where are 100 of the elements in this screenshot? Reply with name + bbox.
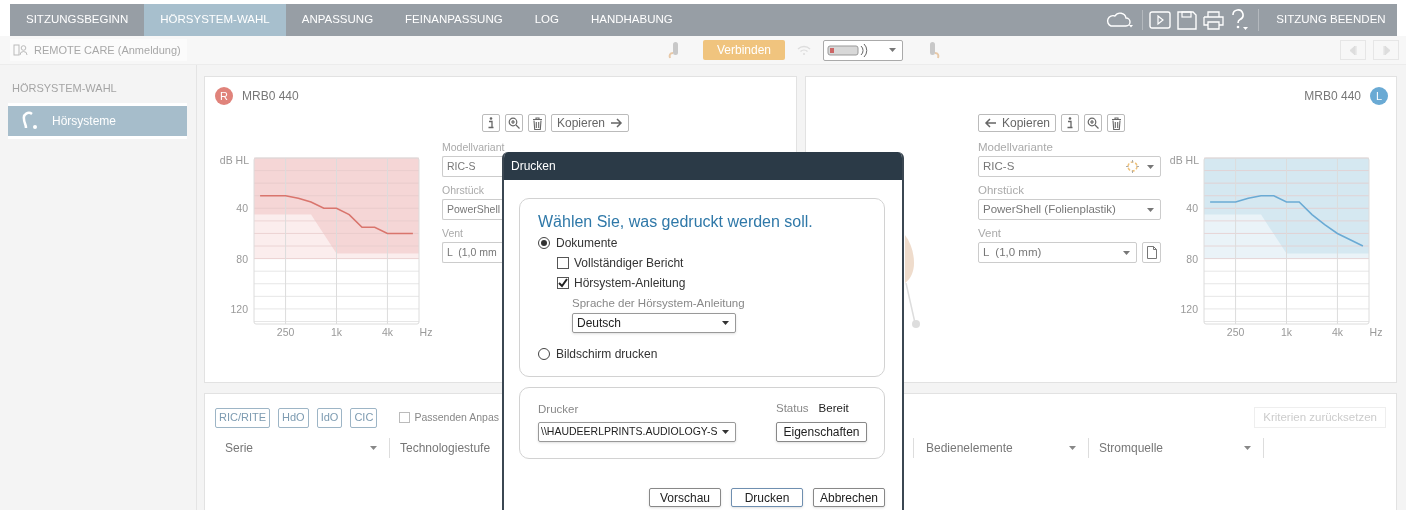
info-button[interactable] — [482, 114, 500, 132]
field-label: Drucker — [538, 402, 580, 416]
zoom-button[interactable] — [505, 114, 523, 132]
copy-button[interactable]: Kopieren — [978, 114, 1057, 132]
caret-icon — [1147, 207, 1154, 212]
axis-title: dB HL — [1169, 154, 1199, 166]
type-filter-button[interactable]: RIC/RITE — [215, 407, 271, 428]
tick-label: 250 — [276, 326, 295, 338]
printer-dropdown[interactable]: \\HAUDEERLPRINTS.AUDIOLOGY-S — [538, 422, 736, 442]
nav-tab[interactable]: SITZUNGSBEGINN — [10, 4, 145, 36]
info-icon — [1065, 117, 1076, 129]
type-filter-button[interactable]: HdO — [278, 407, 309, 428]
tick-label: 1k — [330, 326, 343, 338]
dialog-title: Drucken — [511, 158, 556, 175]
dialog-heading: Wählen Sie, was gedruckt werden soll. — [538, 212, 814, 232]
model-name: MRB0 440 — [1304, 88, 1361, 105]
tick-label: 4k — [1331, 326, 1343, 338]
column-filter-label: Bedienelemente — [926, 440, 1013, 457]
field-label: Ohrstück — [442, 183, 485, 197]
type-filter-button[interactable]: IdO — [316, 407, 343, 428]
column-filter-label: Stromquelle — [1099, 440, 1164, 457]
zoom-icon — [508, 117, 520, 129]
status-value: Bereit — [818, 401, 849, 417]
delete-button[interactable] — [528, 114, 546, 132]
connect-button[interactable]: Verbinden — [703, 40, 785, 60]
dialog-button[interactable]: Drucken — [731, 488, 803, 507]
tick-label: 120 — [230, 302, 248, 315]
tick-label: 250 — [1226, 326, 1245, 338]
caret-icon — [722, 430, 729, 434]
type-filter-button[interactable]: CIC — [350, 407, 378, 428]
tick-label: 1k — [1280, 326, 1293, 338]
dropdown[interactable]: PowerShell (Folienplastik) — [978, 199, 1161, 220]
model-name: MRB0 440 — [242, 88, 299, 105]
delete-button[interactable] — [1107, 114, 1126, 132]
skip-forward-icon — [1381, 45, 1391, 55]
language-dropdown[interactable]: Deutsch — [572, 313, 736, 333]
checkbox-label: Vollständiger Bericht — [574, 255, 684, 272]
hearing-aid-icon — [928, 41, 940, 59]
status-label: Status — [776, 401, 809, 417]
trash-icon — [531, 116, 543, 130]
dialog-button[interactable]: Abbrechen — [813, 488, 885, 507]
tick-label: 120 — [1180, 302, 1198, 315]
caret-icon — [722, 321, 729, 325]
checkbox[interactable] — [557, 257, 569, 269]
nav-tab[interactable]: FEINANPASSUNG — [389, 4, 519, 36]
field-label: Modellvariant — [442, 140, 503, 154]
hearing-aid-icon — [22, 110, 40, 131]
dialog-button[interactable]: Vorschau — [649, 488, 721, 507]
column-filter-label: Serie — [225, 440, 253, 457]
checkbox-label: Passenden Anpas — [414, 409, 500, 425]
skip-back-icon — [1348, 45, 1358, 55]
nav-tab[interactable]: ANPASSUNG — [285, 4, 390, 36]
field-label: Modellvariante — [978, 140, 1054, 154]
tick-label: 40 — [1186, 202, 1198, 215]
end-session-button[interactable]: SITZUNG BEENDEN — [1265, 4, 1397, 36]
tick-label: 40 — [236, 202, 248, 215]
help-icon[interactable] — [1230, 9, 1249, 31]
ear-side-badge: L — [1370, 87, 1388, 105]
remote-care-button[interactable]: REMOTE CARE (Anmeldung) — [10, 39, 187, 61]
dropdown[interactable]: RIC-S — [978, 156, 1161, 177]
caret-icon — [889, 48, 896, 52]
trash-icon — [1110, 116, 1122, 130]
column-filter-label: Technologiestufe — [400, 440, 491, 457]
field-label: Vent — [978, 226, 1003, 240]
radio-label: Bildschirm drucken — [556, 346, 658, 363]
people-icon — [13, 44, 28, 56]
ear-side-badge: R — [215, 87, 233, 105]
copy-button[interactable]: Kopieren — [551, 114, 630, 132]
radio-label: Dokumente — [556, 235, 618, 252]
nav-tab[interactable]: HÖRSYSTEM-WAHL — [144, 4, 286, 36]
arrow-left-icon — [984, 118, 996, 128]
arrow-right-icon — [611, 118, 624, 128]
sidebar-item[interactable]: Hörsysteme — [8, 102, 187, 139]
section-heading: HÖRSYSTEM-WAHL — [11, 81, 118, 96]
document-button[interactable] — [1142, 242, 1161, 263]
caret-icon — [1069, 446, 1076, 450]
caret-icon — [1123, 250, 1130, 255]
field-label: Vent — [442, 226, 465, 240]
zoom-icon — [1087, 117, 1100, 129]
document-icon — [1146, 246, 1157, 259]
nav-tab[interactable]: HANDHABUNG — [574, 4, 689, 36]
nav-tab[interactable]: LOG — [518, 4, 575, 36]
caret-icon — [1147, 164, 1154, 169]
field-label: Sprache der Hörsystem-Anleitung — [572, 296, 746, 311]
hearing-aid-icon — [668, 41, 680, 59]
checkbox-label: Hörsystem-Anleitung — [574, 275, 686, 292]
axis-title: dB HL — [219, 154, 249, 166]
checkbox[interactable] — [557, 277, 569, 289]
zoom-button[interactable] — [1084, 114, 1103, 132]
axis-title: Hz — [1369, 326, 1383, 338]
field-label: Ohrstück — [978, 183, 1025, 197]
info-button[interactable] — [1061, 114, 1080, 132]
properties-button[interactable]: Eigenschaften — [776, 422, 867, 442]
wifi-icon — [797, 45, 811, 55]
dropdown[interactable]: L (1,0 mm) — [978, 242, 1137, 263]
check-icon — [558, 278, 568, 288]
cloud-icon[interactable] — [1106, 11, 1134, 29]
checkbox[interactable] — [399, 412, 411, 423]
tick-label: 4k — [381, 326, 393, 338]
device-dropdown[interactable] — [823, 39, 903, 61]
